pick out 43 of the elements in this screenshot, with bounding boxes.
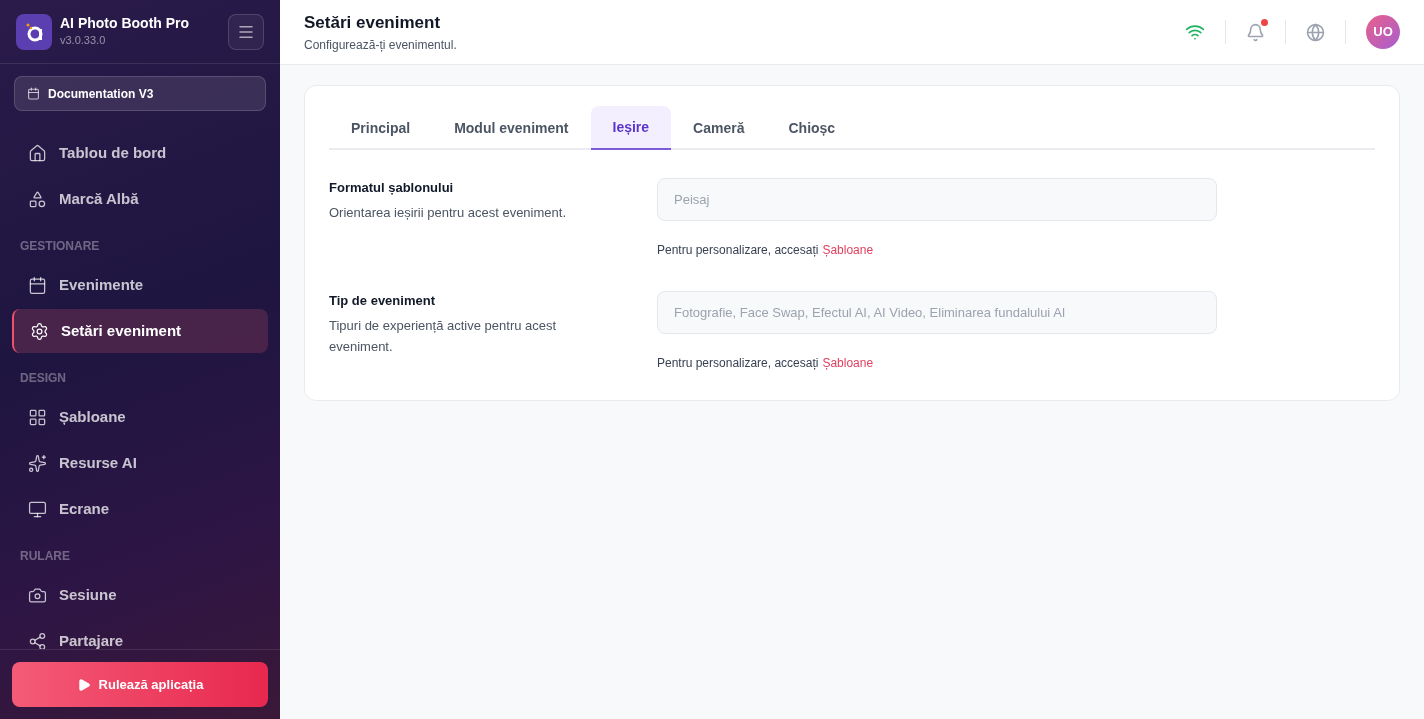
sidebar-item[interactable]: Ecrane bbox=[12, 487, 268, 531]
grid-icon bbox=[28, 407, 47, 427]
home-icon bbox=[28, 143, 47, 163]
wifi-icon[interactable] bbox=[1185, 22, 1205, 42]
event-selector[interactable]: Documentation V3 bbox=[14, 76, 266, 111]
sidebar-item[interactable]: Tablou de bord bbox=[12, 131, 268, 175]
monitor-icon bbox=[28, 499, 47, 519]
sidebar-item[interactable]: Resurse AI bbox=[12, 441, 268, 485]
sidebar-item[interactable]: Sesiune bbox=[12, 573, 268, 617]
page-title: Setări eveniment bbox=[304, 12, 442, 35]
tab[interactable]: Ieșire bbox=[590, 106, 672, 150]
run-app-button[interactable]: Rulează aplicația bbox=[12, 662, 268, 707]
tab[interactable]: Modul eveniment bbox=[432, 106, 591, 150]
calendar-icon bbox=[27, 87, 40, 100]
setting-title: Formatul șablonului bbox=[329, 179, 455, 197]
hint-text: Pentru personalizare, accesați bbox=[657, 242, 819, 259]
app-version: v3.0.33.0 bbox=[60, 33, 107, 48]
tab[interactable]: Principal bbox=[329, 106, 433, 150]
sidebar-item[interactable]: Setări eveniment bbox=[12, 309, 268, 353]
hint-text: Pentru personalizare, accesați bbox=[657, 355, 819, 372]
menu-button[interactable] bbox=[228, 13, 264, 50]
tab[interactable]: Cameră bbox=[671, 106, 767, 150]
section-heading: DESIGN bbox=[19, 370, 67, 387]
section-heading: RULARE bbox=[19, 548, 71, 565]
user-avatar[interactable]: UO bbox=[1366, 15, 1400, 49]
notification-button[interactable] bbox=[1246, 22, 1265, 42]
sidebar-item[interactable]: Partajare bbox=[12, 619, 268, 649]
calendar-icon bbox=[28, 275, 47, 295]
setting-description: Orientarea ieșirii pentru acest eveniment. bbox=[329, 203, 567, 222]
app-name: AI Photo Booth Pro bbox=[60, 14, 191, 32]
settings-icon bbox=[30, 321, 49, 341]
sidebar-item[interactable]: Șabloane bbox=[12, 395, 268, 439]
globe-icon[interactable] bbox=[1306, 22, 1325, 42]
page-subtitle: Configurează-ți evenimentul. bbox=[304, 36, 458, 54]
sparkles-icon bbox=[28, 453, 47, 473]
play-icon bbox=[76, 677, 91, 692]
sidebar-item[interactable]: Evenimente bbox=[12, 263, 268, 307]
tab[interactable]: Chioșc bbox=[766, 106, 858, 150]
section-heading: GESTIONARE bbox=[19, 238, 101, 255]
shapes-icon bbox=[28, 189, 47, 209]
setting-title: Tip de eveniment bbox=[329, 292, 436, 310]
setting-description: Tipuri de experiență active pentru acest eveniment. bbox=[329, 316, 558, 356]
sidebar-item[interactable]: Marcă Albă bbox=[12, 177, 268, 221]
